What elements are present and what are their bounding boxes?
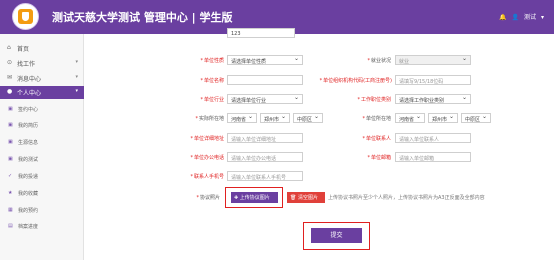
app-title: 测试天慈大学测试 管理中心 | 学生版 xyxy=(52,11,233,24)
unit-nature-select[interactable]: 请选择单位性质 xyxy=(227,55,303,65)
chevron-down-icon: ▾ xyxy=(75,59,78,65)
employment-status-label: *就业状况 xyxy=(367,58,391,64)
submit-button[interactable]: 提交 xyxy=(311,228,362,243)
doc-icon: ▣ xyxy=(8,156,13,162)
send-icon: ✓ xyxy=(8,173,13,179)
sidebar-subitem-signing[interactable]: ▣ 签约中心 xyxy=(0,103,84,115)
agreement-images-label: *协议照片 xyxy=(196,195,220,201)
contact-person-input[interactable]: 请输入单位联系人 xyxy=(395,133,471,143)
doc-icon: ▣ xyxy=(8,106,13,112)
calendar-icon: ▦ xyxy=(8,207,13,213)
unit-address-label: *单位详细地址 xyxy=(190,136,224,142)
job-category-label: *工作职位类别 xyxy=(357,97,391,103)
sidebar-item-label: 找工作 xyxy=(17,61,36,68)
industry-select[interactable]: 请选择单位行业 xyxy=(227,94,303,104)
unit-address-input[interactable]: 请输入单位详细地址 xyxy=(227,133,303,143)
unit-province-select[interactable]: 河南省 xyxy=(395,113,425,123)
search-icon: ⊙ xyxy=(7,59,13,66)
unit-email-input[interactable]: 请输入单位邮箱 xyxy=(395,152,471,162)
clear-images-button[interactable]: 🗑 清空图片 xyxy=(287,192,325,203)
actual-city-select[interactable]: 郑州市 xyxy=(260,113,290,123)
doc-icon: ▣ xyxy=(8,122,13,128)
sidebar-item-home[interactable]: ⌂ 首页 xyxy=(0,42,84,54)
folder-icon: ▤ xyxy=(8,223,13,229)
actual-location-label: *实际所在地 xyxy=(195,116,224,122)
user-menu[interactable]: 🔔 👤 测试 ▾ xyxy=(496,12,544,21)
unit-location-label: *单位所在地 xyxy=(362,116,391,122)
org-code-input[interactable]: 请填写9/15/18位码 xyxy=(395,75,471,85)
sidebar-item-label: 消息中心 xyxy=(17,76,42,83)
sidebar-subitem-student-info[interactable]: ▣ 生源信息 xyxy=(0,136,84,148)
sidebar-subitem-appointments[interactable]: ▦ 我的预约 xyxy=(0,204,84,216)
home-icon: ⌂ xyxy=(7,44,11,51)
sidebar-item-personal-center[interactable]: ● 个人中心 ▾ xyxy=(0,86,84,99)
chevron-down-icon: ▾ xyxy=(75,88,78,94)
contact-person-label: *单位联系人 xyxy=(362,136,391,142)
user-name: 测试 xyxy=(524,14,537,21)
chevron-down-icon: ▾ xyxy=(540,14,544,21)
actual-province-select[interactable]: 河南省 xyxy=(227,113,257,123)
sidebar-item-find-job[interactable]: ⊙ 找工作 ▾ xyxy=(0,57,84,69)
unit-nature-label: *单位性质 xyxy=(200,58,224,64)
sidebar-subitem-applications[interactable]: ✓ 我的投递 xyxy=(0,170,84,182)
user-icon: 👤 xyxy=(511,14,520,21)
trash-icon: 🗑 xyxy=(290,195,298,201)
star-icon: ★ xyxy=(8,190,13,196)
message-icon: ✉ xyxy=(7,74,13,81)
office-phone-label: *单位办公电话 xyxy=(190,155,224,161)
sidebar: ⌂ 首页 ⊙ 找工作 ▾ ✉ 消息中心 ▾ ● 个人中心 ▾ ▣ 签约中心 ▣ 我的… xyxy=(0,34,84,260)
sidebar-item-label: 个人中心 xyxy=(17,90,42,97)
bell-icon[interactable]: 🔔 xyxy=(499,14,506,21)
contact-mobile-input[interactable]: 请输入单位联系人手机号 xyxy=(227,171,303,181)
unit-name-label: *单位名称 xyxy=(200,78,224,84)
sidebar-item-messages[interactable]: ✉ 消息中心 ▾ xyxy=(0,72,84,84)
top-input[interactable]: 123 xyxy=(227,28,295,38)
university-logo xyxy=(12,3,39,30)
sidebar-subitem-resume[interactable]: ▣ 我的简历 xyxy=(0,119,84,131)
user-icon: ● xyxy=(7,88,13,95)
actual-district-select[interactable]: 中原区 xyxy=(293,113,323,123)
sidebar-item-label: 首页 xyxy=(17,46,30,53)
upload-note: 上传协议书照片至少个人照片，上传协议书照片为A3正反面及全部内容 xyxy=(328,195,485,201)
chevron-down-icon: ▾ xyxy=(75,74,78,80)
sidebar-subitem-favorites[interactable]: ★ 我的收藏 xyxy=(0,187,84,199)
unit-city-select[interactable]: 郑州市 xyxy=(428,113,458,123)
upload-images-button[interactable]: ✚ 上传协议图片 xyxy=(231,192,278,203)
job-category-select[interactable]: 请选择工作职业类别 xyxy=(395,94,471,104)
sidebar-subitem-tests[interactable]: ▣ 我的测试 xyxy=(0,153,84,165)
employment-status-select[interactable]: 就业 xyxy=(395,55,471,65)
sidebar-subitem-archive[interactable]: ▤ 档案进度 xyxy=(0,220,84,232)
doc-icon: ▣ xyxy=(8,139,13,145)
unit-name-input[interactable] xyxy=(227,75,303,85)
unit-district-select[interactable]: 中原区 xyxy=(461,113,491,123)
org-code-label: *单位组织机构代码(工商注册号) xyxy=(319,78,392,84)
unit-email-label: *单位邮箱 xyxy=(367,155,391,161)
office-phone-input[interactable]: 请输入单位办公电话 xyxy=(227,152,303,162)
contact-mobile-label: *联系人手机号 xyxy=(190,174,224,180)
industry-label: *单位行业 xyxy=(200,97,224,103)
